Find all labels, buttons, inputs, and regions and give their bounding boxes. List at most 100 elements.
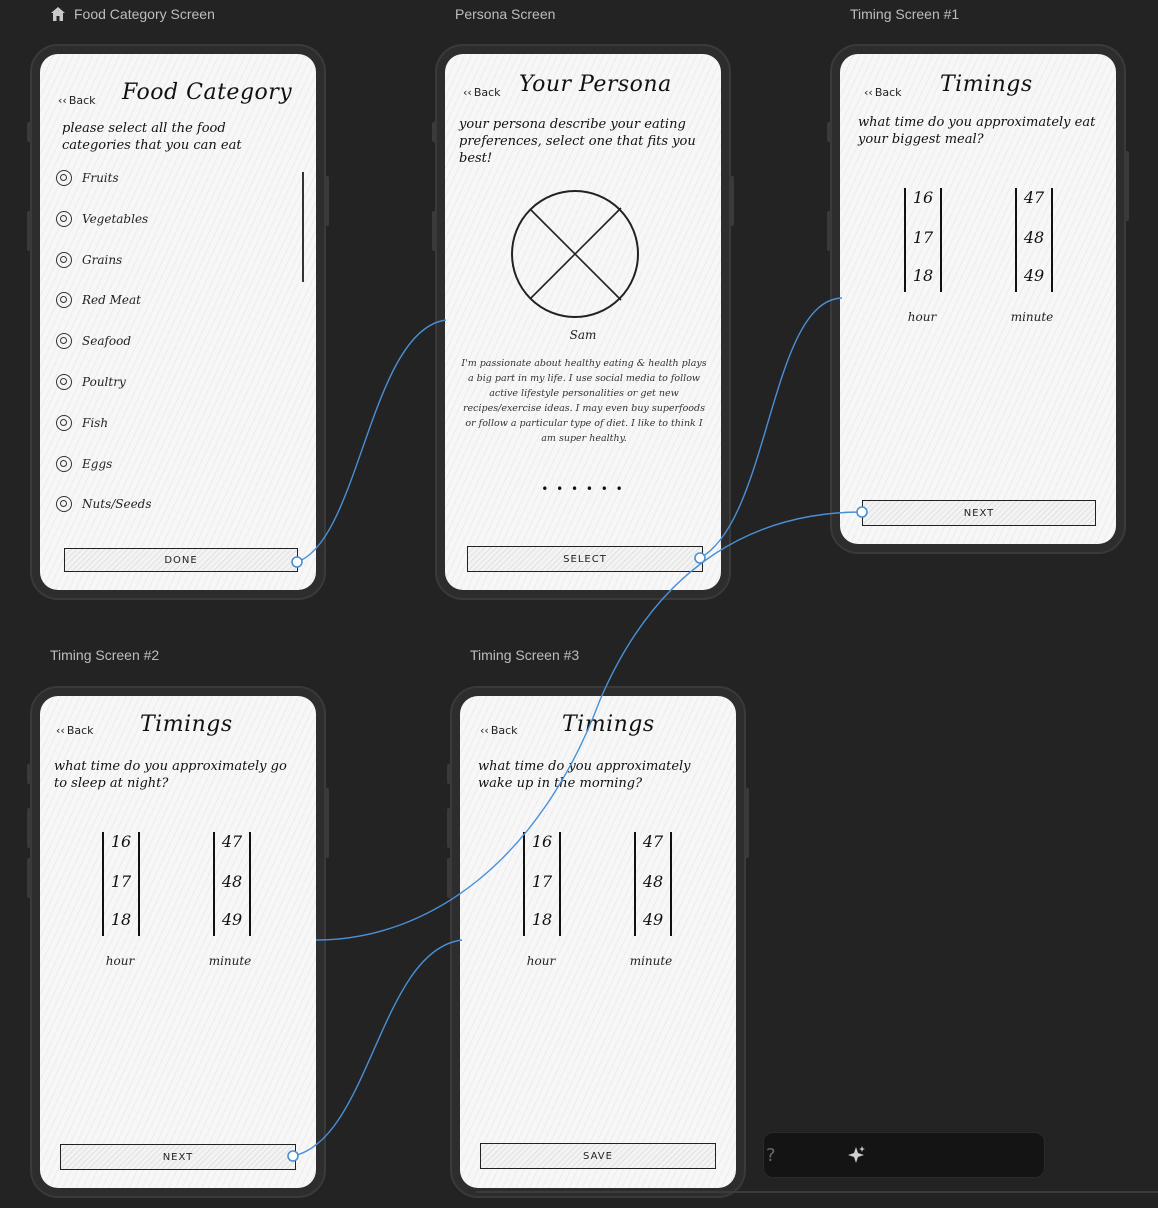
hour-option[interactable]: 18 bbox=[525, 910, 559, 929]
radio-icon bbox=[56, 211, 72, 227]
chevron-left-icon: ‹‹ bbox=[864, 86, 873, 99]
hour-option[interactable]: 17 bbox=[906, 228, 940, 247]
page-prompt: your persona describe your eating prefer… bbox=[459, 117, 696, 166]
hour-option[interactable]: 16 bbox=[906, 188, 940, 207]
minute-option[interactable]: 48 bbox=[1017, 228, 1051, 247]
next-button[interactable]: NEXT bbox=[862, 500, 1096, 526]
page-prompt: please select all the food categories th… bbox=[62, 121, 242, 153]
chevron-left-icon: ‹‹ bbox=[463, 86, 472, 99]
back-button[interactable]: ‹‹ Back bbox=[463, 86, 501, 99]
frame-label-food-category[interactable]: Food Category Screen bbox=[50, 6, 215, 22]
category-item-fruits[interactable]: Fruits bbox=[56, 170, 119, 186]
hour-picker[interactable]: 16 17 18 bbox=[102, 832, 140, 936]
frame-label-timing-2[interactable]: Timing Screen #2 bbox=[50, 647, 159, 663]
minute-option[interactable]: 47 bbox=[1017, 188, 1051, 207]
radio-icon bbox=[56, 252, 72, 268]
help-hint: ? bbox=[766, 1145, 776, 1166]
timing-3-device[interactable]: ‹‹ Back Timings what time do you approxi… bbox=[447, 686, 749, 1198]
hour-option[interactable]: 17 bbox=[525, 872, 559, 891]
hour-option[interactable]: 17 bbox=[104, 872, 138, 891]
timing-1-device[interactable]: ‹‹ Back Timings what time do you approxi… bbox=[827, 44, 1129, 554]
select-button[interactable]: SELECT bbox=[467, 546, 703, 572]
minute-picker[interactable]: 47 48 49 bbox=[213, 832, 251, 936]
category-item-nuts-seeds[interactable]: Nuts/Seeds bbox=[56, 496, 152, 512]
category-item-vegetables[interactable]: Vegetables bbox=[56, 211, 148, 227]
category-label: Poultry bbox=[82, 375, 126, 389]
category-label: Nuts/Seeds bbox=[82, 497, 152, 511]
radio-icon bbox=[56, 292, 72, 308]
hour-picker[interactable]: 16 17 18 bbox=[523, 832, 561, 936]
scrollbar[interactable] bbox=[302, 172, 304, 282]
pagination-dots[interactable]: • • • • • • bbox=[445, 482, 721, 496]
home-icon bbox=[51, 7, 65, 21]
minute-option[interactable]: 48 bbox=[215, 872, 249, 891]
frame-label-persona[interactable]: Persona Screen bbox=[455, 6, 555, 22]
persona-avatar-placeholder[interactable] bbox=[509, 188, 641, 320]
category-label: Grains bbox=[82, 253, 123, 267]
minute-option[interactable]: 47 bbox=[215, 832, 249, 851]
minute-label: minute bbox=[208, 954, 252, 968]
minute-picker[interactable]: 47 48 49 bbox=[634, 832, 672, 936]
hour-picker[interactable]: 16 17 18 bbox=[904, 188, 942, 292]
timing-2-device[interactable]: ‹‹ Back Timings what time do you approxi… bbox=[27, 686, 329, 1198]
page-prompt: what time do you approximately go to sle… bbox=[54, 759, 287, 791]
hour-option[interactable]: 16 bbox=[525, 832, 559, 851]
back-button[interactable]: ‹‹ Back bbox=[56, 724, 94, 737]
category-item-fish[interactable]: Fish bbox=[56, 415, 108, 431]
frame-label-text: Persona Screen bbox=[455, 6, 556, 22]
food-category-device[interactable]: ‹‹ Back Food Category please select all … bbox=[27, 44, 329, 600]
minute-option[interactable]: 49 bbox=[636, 910, 670, 929]
page-title: Food Category bbox=[122, 80, 293, 105]
category-label: Seafood bbox=[82, 334, 132, 348]
minute-label: minute bbox=[629, 954, 673, 968]
device-side-button bbox=[325, 176, 329, 226]
device-side-button bbox=[27, 808, 31, 848]
page-prompt: what time do you approximately wake up i… bbox=[478, 759, 691, 791]
page-title: Timings bbox=[562, 712, 655, 737]
frame-label-timing-3[interactable]: Timing Screen #3 bbox=[470, 647, 579, 663]
minute-option[interactable]: 48 bbox=[636, 872, 670, 891]
category-label: Eggs bbox=[82, 457, 113, 471]
sparkle-icon[interactable] bbox=[846, 1145, 866, 1165]
radio-icon bbox=[56, 456, 72, 472]
persona-description: I'm passionate about healthy eating & he… bbox=[461, 358, 707, 444]
device-side-button bbox=[447, 808, 451, 848]
category-item-grains[interactable]: Grains bbox=[56, 252, 122, 268]
category-label: Fruits bbox=[82, 171, 119, 185]
minute-option[interactable]: 49 bbox=[215, 910, 249, 929]
ai-assistant-bar[interactable]: ? bbox=[763, 1132, 1045, 1178]
persona-name: Sam bbox=[569, 328, 597, 342]
category-item-poultry[interactable]: Poultry bbox=[56, 374, 126, 390]
back-button[interactable]: ‹‹ Back bbox=[480, 724, 518, 737]
persona-device[interactable]: ‹‹ Back Your Persona your persona descri… bbox=[432, 44, 734, 600]
hour-label: hour bbox=[105, 954, 135, 968]
minute-label: minute bbox=[1010, 310, 1054, 324]
device-side-button bbox=[447, 764, 451, 784]
category-label: Red Meat bbox=[82, 293, 141, 307]
radio-icon bbox=[56, 496, 72, 512]
timing-1-screen: ‹‹ Back Timings what time do you approxi… bbox=[840, 54, 1116, 544]
device-side-button bbox=[432, 122, 436, 142]
minute-option[interactable]: 47 bbox=[636, 832, 670, 851]
device-side-button bbox=[27, 122, 31, 142]
frame-label-timing-1[interactable]: Timing Screen #1 bbox=[850, 6, 959, 22]
category-item-seafood[interactable]: Seafood bbox=[56, 333, 131, 349]
save-button[interactable]: SAVE bbox=[480, 1143, 716, 1169]
canvas-scrollbar[interactable] bbox=[476, 1191, 1158, 1193]
hour-label: hour bbox=[526, 954, 556, 968]
radio-icon bbox=[56, 170, 72, 186]
back-button[interactable]: ‹‹ Back bbox=[864, 86, 902, 99]
minute-picker[interactable]: 47 48 49 bbox=[1015, 188, 1053, 292]
category-item-red-meat[interactable]: Red Meat bbox=[56, 292, 141, 308]
next-button[interactable]: NEXT bbox=[60, 1144, 296, 1170]
back-button[interactable]: ‹‹ Back bbox=[58, 94, 96, 107]
hour-option[interactable]: 18 bbox=[104, 910, 138, 929]
back-label: Back bbox=[874, 86, 902, 99]
done-button[interactable]: DONE bbox=[64, 548, 298, 572]
minute-option[interactable]: 49 bbox=[1017, 266, 1051, 285]
category-item-eggs[interactable]: Eggs bbox=[56, 456, 112, 472]
hour-option[interactable]: 16 bbox=[104, 832, 138, 851]
timing-3-screen: ‹‹ Back Timings what time do you approxi… bbox=[460, 696, 736, 1188]
back-label: Back bbox=[473, 86, 501, 99]
hour-option[interactable]: 18 bbox=[906, 266, 940, 285]
